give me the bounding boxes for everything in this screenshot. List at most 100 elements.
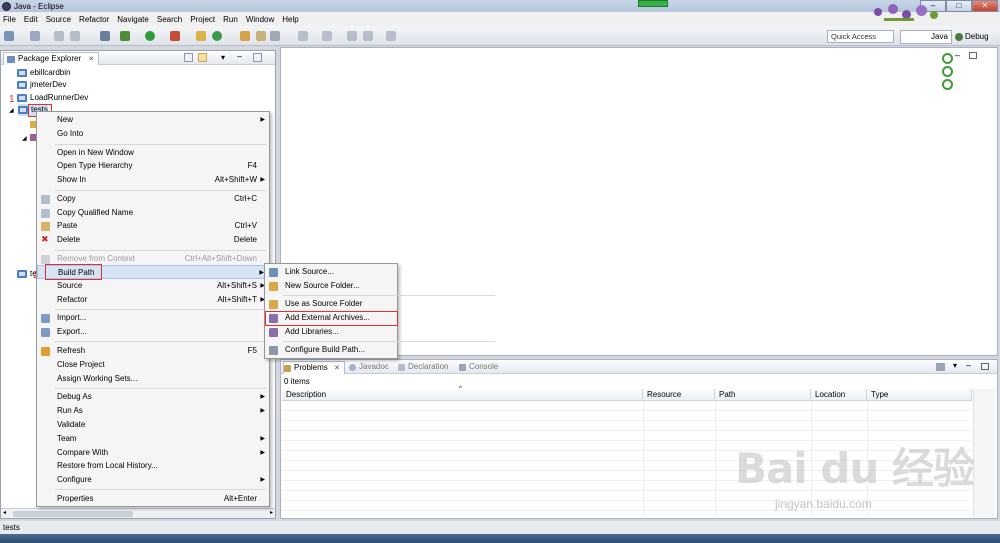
skip-breakpoints-icon[interactable] — [100, 31, 110, 41]
menu-item-use-as-source-folder[interactable]: Use as Source Folder — [265, 297, 397, 311]
menu-file[interactable]: File — [3, 15, 16, 24]
menu-item-open-in-new-window[interactable]: Open in New Window — [37, 146, 269, 160]
close-icon[interactable]: ✕ — [334, 365, 340, 372]
horizontal-scrollbar[interactable]: ◂ ▸ — [1, 508, 275, 518]
open-task-icon[interactable] — [256, 31, 266, 41]
menu-item-validate[interactable]: Validate — [37, 418, 269, 432]
toggle-mark-icon[interactable] — [298, 31, 308, 41]
maximize-view-icon[interactable] — [253, 53, 262, 62]
filter-icon[interactable] — [936, 363, 945, 371]
debug-icon[interactable] — [120, 31, 130, 41]
minimize-view-icon[interactable]: – — [966, 360, 971, 370]
scroll-thumb[interactable] — [13, 511, 133, 517]
minimize-editor-icon[interactable]: – — [955, 50, 960, 60]
forward-icon[interactable] — [386, 31, 396, 41]
menu-item-copy-qualified-name[interactable]: Copy Qualified Name — [37, 206, 269, 220]
next-annotation-icon[interactable] — [322, 31, 332, 41]
tab-package-explorer[interactable]: Package Explorer ✕ — [3, 52, 100, 65]
last-edit-icon[interactable] — [347, 31, 357, 41]
menu-run[interactable]: Run — [223, 15, 238, 24]
save-all-icon[interactable] — [54, 31, 64, 41]
menu-item-compare-with[interactable]: Compare With ▶ — [37, 446, 269, 460]
menu-item-configure[interactable]: Configure ▶ — [37, 473, 269, 487]
tab-javadoc[interactable]: Javadoc — [349, 361, 389, 374]
perspective-debug-button[interactable]: Debug — [953, 30, 998, 44]
menu-item-import[interactable]: Import... — [37, 311, 269, 325]
search-icon[interactable] — [270, 31, 280, 41]
menu-item-assign-working-sets[interactable]: Assign Working Sets... — [37, 372, 269, 386]
close-icon[interactable]: ✕ — [88, 56, 94, 63]
close-button[interactable]: ✕ — [972, 0, 998, 12]
menu-item-refactor[interactable]: Refactor Alt+Shift+T ▶ — [37, 293, 269, 307]
save-icon[interactable] — [30, 31, 40, 41]
menu-source[interactable]: Source — [46, 15, 71, 24]
menu-edit[interactable]: Edit — [24, 15, 38, 24]
menu-item-configure-build-path[interactable]: Configure Build Path... — [265, 343, 397, 357]
column-description[interactable]: Description — [282, 389, 643, 401]
tree-item-project[interactable]: LoadRunnerDev — [17, 92, 88, 104]
copy-icon — [41, 209, 50, 218]
expand-arrow-icon[interactable]: ◢ — [9, 107, 14, 114]
menu-search[interactable]: Search — [157, 15, 182, 24]
new-java-project-icon[interactable] — [196, 31, 206, 41]
problems-table[interactable]: Description ^ Resource Path Location Typ… — [282, 386, 972, 517]
menu-item-show-in[interactable]: Show In Alt+Shift+W ▶ — [37, 173, 269, 187]
tree-item-project[interactable]: ebillcardbin — [17, 67, 70, 79]
menu-help[interactable]: Help — [282, 15, 298, 24]
menu-item-label: Add Libraries... — [285, 327, 339, 336]
menu-item-add-libraries[interactable]: Add Libraries... — [265, 325, 397, 339]
menu-item-go-into[interactable]: Go Into — [37, 127, 269, 141]
menu-item-paste[interactable]: Paste Ctrl+V — [37, 219, 269, 233]
tab-console[interactable]: Console — [459, 361, 498, 374]
external-tools-icon[interactable] — [170, 31, 180, 41]
menu-item-team[interactable]: Team ▶ — [37, 432, 269, 446]
menu-item-restore-from-local-history[interactable]: Restore from Local History... — [37, 459, 269, 473]
maximize-view-icon[interactable] — [981, 363, 989, 370]
menu-item-source[interactable]: Source Alt+Shift+S ▶ — [37, 279, 269, 293]
view-menu-icon[interactable]: ▾ — [221, 53, 230, 62]
menu-refactor[interactable]: Refactor — [79, 15, 109, 24]
link-editor-icon[interactable] — [198, 53, 207, 62]
new-icon[interactable] — [4, 31, 14, 41]
column-type[interactable]: Type — [867, 389, 972, 401]
table-row — [282, 481, 972, 491]
tab-declaration[interactable]: Declaration — [398, 361, 448, 374]
menu-item-close-project[interactable]: Close Project — [37, 358, 269, 372]
tab-problems[interactable]: Problems ✕ — [283, 361, 345, 374]
new-class-icon[interactable] — [212, 31, 222, 41]
menu-item-delete[interactable]: ✖ Delete Delete — [37, 233, 269, 247]
menu-item-export[interactable]: Export... — [37, 325, 269, 339]
menu-item-new[interactable]: New ▶ — [37, 113, 269, 127]
menu-item-link-source[interactable]: Link Source... — [265, 265, 397, 279]
column-path[interactable]: Path — [715, 389, 811, 401]
column-resource[interactable]: Resource — [643, 389, 715, 401]
scroll-right-icon[interactable]: ▸ — [270, 509, 273, 516]
menu-item-run-as[interactable]: Run As ▶ — [37, 404, 269, 418]
print-icon[interactable] — [70, 31, 80, 41]
menu-window[interactable]: Window — [246, 15, 274, 24]
menu-navigate[interactable]: Navigate — [117, 15, 149, 24]
menu-item-refresh[interactable]: Refresh F5 — [37, 344, 269, 358]
view-menu-icon[interactable]: ▾ — [953, 361, 957, 370]
menu-item-copy[interactable]: Copy Ctrl+C — [37, 192, 269, 206]
run-icon[interactable] — [145, 31, 155, 41]
back-icon[interactable] — [363, 31, 373, 41]
perspective-java-button[interactable]: Java — [900, 30, 952, 44]
menu-item-new-source-folder[interactable]: New Source Folder... — [265, 279, 397, 293]
title-bar: Java - Eclipse – □ ✕ — [0, 0, 1000, 12]
scroll-left-icon[interactable]: ◂ — [3, 509, 6, 516]
maximize-editor-icon[interactable] — [969, 52, 977, 59]
vertical-scrollbar[interactable] — [973, 389, 995, 517]
collapse-all-icon[interactable] — [184, 53, 193, 62]
tree-item-project[interactable]: jmeterDev — [17, 79, 66, 91]
maximize-button[interactable]: □ — [946, 0, 972, 12]
minimize-view-icon[interactable]: – — [237, 52, 246, 62]
menu-item-open-type-hierarchy[interactable]: Open Type Hierarchy F4 — [37, 159, 269, 173]
menu-item-debug-as[interactable]: Debug As ▶ — [37, 390, 269, 404]
open-type-icon[interactable] — [240, 31, 250, 41]
column-location[interactable]: Location — [811, 389, 867, 401]
menu-item-properties[interactable]: Properties Alt+Enter — [37, 492, 269, 506]
expand-arrow-icon[interactable]: ◢ — [22, 135, 27, 142]
menu-project[interactable]: Project — [190, 15, 215, 24]
import-icon — [41, 314, 50, 323]
